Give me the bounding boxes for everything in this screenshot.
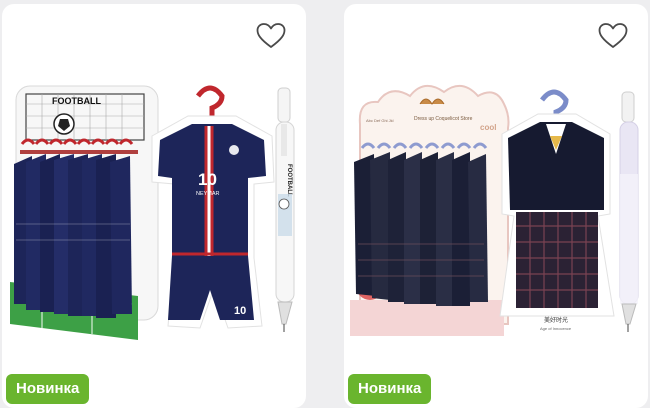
tag-subtext: Age of Innocence xyxy=(540,326,572,331)
product-card[interactable]: Dress up Coquelicot Store Abc Def Ghi Jk… xyxy=(344,4,648,408)
tag-text: 美好时光 xyxy=(544,316,568,324)
pen: FOOTBALL xyxy=(275,87,295,332)
jersey-name: NEYMAR xyxy=(196,191,220,197)
jersey-card: 10 NEYMAR 10 xyxy=(151,85,275,329)
pen-text: FOOTBALL xyxy=(286,164,292,197)
new-badge: Новинка xyxy=(348,374,432,404)
jersey-rack xyxy=(14,138,134,318)
new-badge: Новинка xyxy=(6,374,90,404)
display-right-text: cool xyxy=(480,123,496,132)
uniform-rack xyxy=(354,142,488,306)
display-title: Dress up Coquelicot Store xyxy=(414,116,473,122)
heart-icon[interactable] xyxy=(256,22,286,50)
display-title: FOOTBALL xyxy=(52,96,101,106)
heart-icon[interactable] xyxy=(598,22,628,50)
jersey-number: 10 xyxy=(198,170,217,189)
display-side-text: Abc Def Ghi Jkl xyxy=(366,118,394,123)
uniform-card: 美好时光 Age of Innocence xyxy=(499,89,615,331)
product-card[interactable]: FOOTBALL 10 NEYMAR 10 FOOTBALL Новинка xyxy=(2,4,306,408)
product-image[interactable]: Dress up Coquelicot Store Abc Def Ghi Jk… xyxy=(344,4,648,408)
product-image[interactable]: FOOTBALL 10 NEYMAR 10 FOOTBALL xyxy=(2,4,306,408)
pen xyxy=(619,91,639,332)
shorts-number: 10 xyxy=(234,305,246,317)
